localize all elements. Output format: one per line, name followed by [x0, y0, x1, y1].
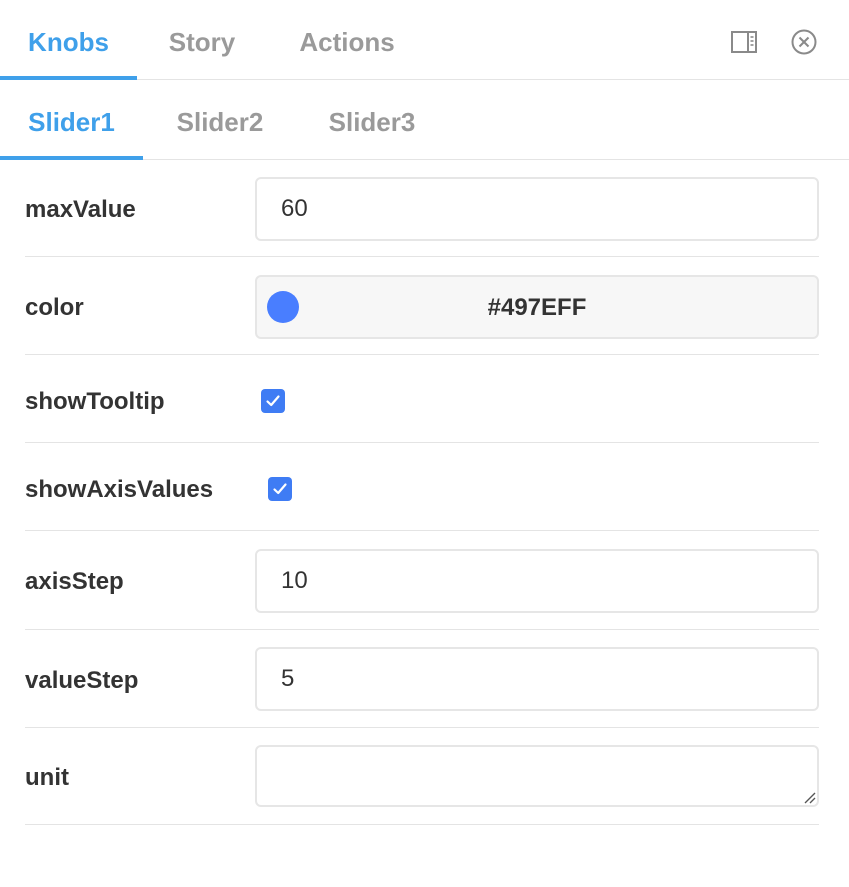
- valuestep-input[interactable]: [255, 647, 819, 711]
- knob-row-showtooltip: showTooltip: [25, 355, 819, 443]
- knob-label-maxvalue: maxValue: [25, 196, 136, 223]
- tab-actions[interactable]: Actions: [282, 0, 412, 80]
- unit-textarea[interactable]: [255, 745, 819, 807]
- tab-slider2[interactable]: Slider2: [160, 80, 280, 160]
- resize-grip-icon[interactable]: [802, 790, 816, 804]
- knob-row-maxvalue: maxValue: [25, 160, 819, 257]
- knob-label-color: color: [25, 294, 84, 321]
- panel-layout-icon[interactable]: [730, 28, 758, 56]
- tab-slider3[interactable]: Slider3: [312, 80, 432, 160]
- addons-panel: Knobs Story Actions Slider1 Slider2 Slid…: [0, 0, 849, 887]
- showtooltip-checkbox[interactable]: [261, 389, 285, 413]
- knob-row-unit: unit: [25, 728, 819, 825]
- showaxisvalues-checkbox[interactable]: [268, 477, 292, 501]
- knob-label-showtooltip: showTooltip: [25, 388, 165, 415]
- knob-row-axisstep: axisStep: [25, 531, 819, 630]
- close-circle-icon[interactable]: [790, 28, 818, 56]
- addon-tabbar: Knobs Story Actions: [0, 0, 849, 80]
- knob-label-axisstep: axisStep: [25, 568, 124, 595]
- knob-label-unit: unit: [25, 764, 69, 791]
- knob-row-valuestep: valueStep: [25, 630, 819, 728]
- knob-group-tabbar: Slider1 Slider2 Slider3: [0, 80, 849, 160]
- knob-row-showaxisvalues: showAxisValues: [25, 443, 819, 531]
- tab-slider1[interactable]: Slider1: [0, 80, 143, 160]
- color-picker-button[interactable]: #497EFF: [255, 275, 819, 339]
- axisstep-input[interactable]: [255, 549, 819, 613]
- knob-label-showaxisvalues: showAxisValues: [25, 476, 214, 503]
- tab-knobs[interactable]: Knobs: [0, 0, 137, 80]
- color-value: #497EFF: [487, 294, 587, 321]
- knob-label-valuestep: valueStep: [25, 667, 139, 694]
- maxvalue-input[interactable]: [255, 177, 819, 241]
- tab-story[interactable]: Story: [152, 0, 252, 80]
- knob-row-color: color #497EFF: [25, 257, 819, 355]
